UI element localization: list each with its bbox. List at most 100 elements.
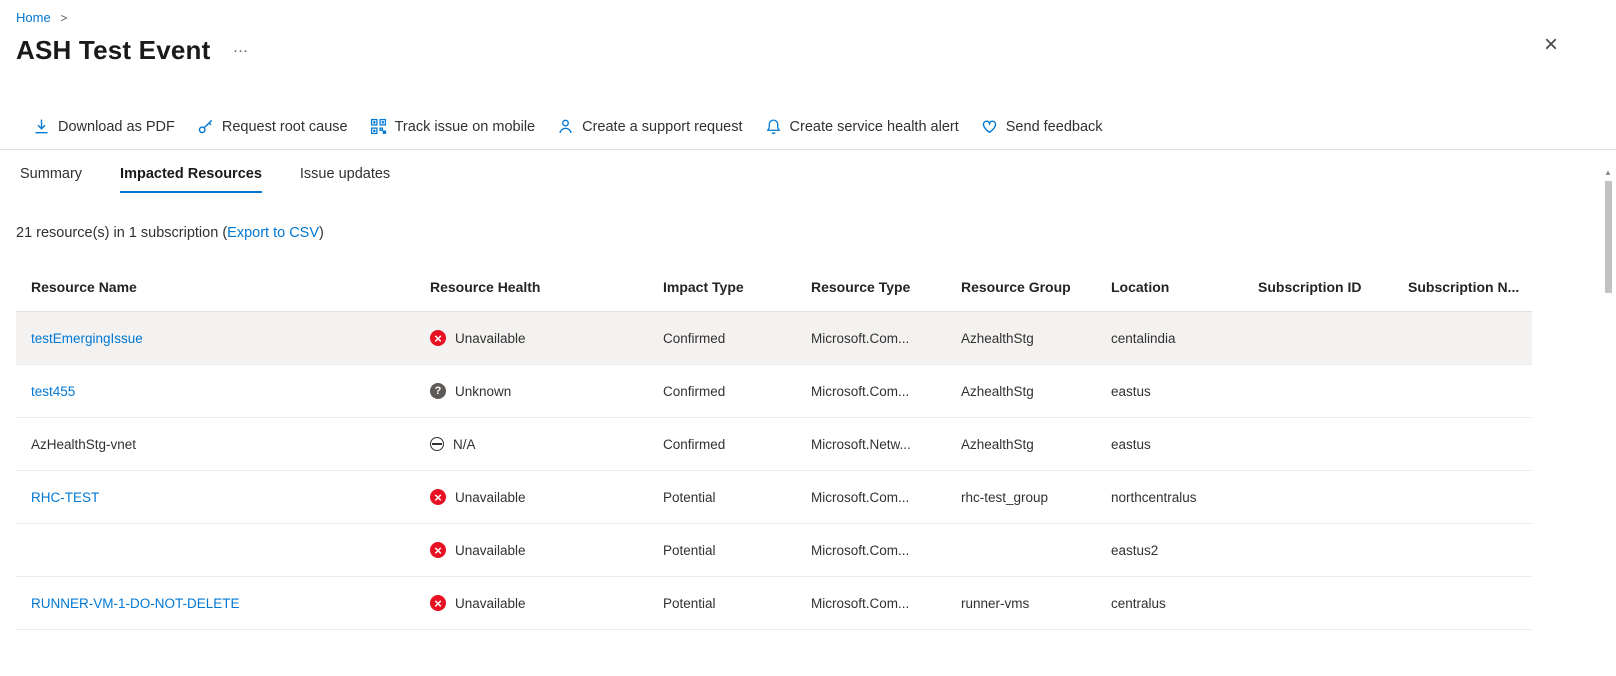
health-error-icon: × (430, 542, 446, 558)
download-as-pdf-button[interactable]: Download as PDF (22, 112, 186, 141)
resource-type-cell: Microsoft.Com... (796, 524, 946, 577)
column-header-resource-group[interactable]: Resource Group (946, 269, 1096, 312)
request-root-cause-button[interactable]: Request root cause (186, 112, 359, 141)
resource-name-link[interactable]: RUNNER-VM-1-DO-NOT-DELETE (31, 596, 240, 611)
send-feedback-button[interactable]: Send feedback (970, 112, 1114, 141)
resource-table-body: testEmergingIssue×UnavailableConfirmedMi… (16, 312, 1532, 630)
location-cell: centalindia (1096, 312, 1243, 365)
subscription-name-cell (1393, 418, 1532, 471)
create-service-health-alert-button[interactable]: Create service health alert (754, 112, 970, 141)
person-icon (557, 118, 574, 135)
qr-code-icon (370, 118, 387, 135)
resource-name-cell: testEmergingIssue (16, 312, 415, 365)
subscription-name-cell (1393, 524, 1532, 577)
resource-type-cell: Microsoft.Com... (796, 471, 946, 524)
column-header-location[interactable]: Location (1096, 269, 1243, 312)
resource-health-cell: × Unavailable (415, 524, 648, 577)
subscription-id-cell (1243, 471, 1393, 524)
resource-health-cell: × Unavailable (415, 312, 648, 365)
subscription-name-cell (1393, 577, 1532, 630)
key-icon (197, 118, 214, 135)
export-to-csv-link[interactable]: Export to CSV (227, 225, 319, 241)
table-header-row: Resource NameResource HealthImpact TypeR… (16, 269, 1532, 312)
resource-name-cell (16, 524, 415, 577)
resource-count-text: 21 resource(s) in 1 subscription ( (16, 225, 227, 241)
tab-summary[interactable]: Summary (20, 166, 82, 193)
command-bar: Download as PDF Request root cause Track i… (0, 110, 1616, 150)
create-a-support-request-button[interactable]: Create a support request (546, 112, 753, 141)
toolbar-item-label: Create service health alert (790, 119, 959, 135)
column-header-resource-type[interactable]: Resource Type (796, 269, 946, 312)
column-header-resource-name[interactable]: Resource Name (16, 269, 415, 312)
resource-name-cell: RHC-TEST (16, 471, 415, 524)
health-error-icon: × (430, 595, 446, 611)
toolbar-item-label: Send feedback (1006, 119, 1103, 135)
health-error-icon: × (430, 489, 446, 505)
tab-bar: Summary Impacted Resources Issue updates (0, 150, 1616, 193)
column-header-subscription-id[interactable]: Subscription ID (1243, 269, 1393, 312)
resource-group-cell: AzhealthStg (946, 365, 1096, 418)
subscription-id-cell (1243, 577, 1393, 630)
close-icon[interactable]: × (1544, 33, 1558, 57)
title-row: ASH Test Event … × (0, 25, 1616, 66)
page-title: ASH Test Event (16, 35, 210, 66)
toolbar-item-label: Request root cause (222, 119, 348, 135)
resource-name-link[interactable]: test455 (31, 384, 75, 399)
impact-type-cell: Confirmed (648, 365, 796, 418)
column-header-resource-health[interactable]: Resource Health (415, 269, 648, 312)
location-cell: eastus (1096, 418, 1243, 471)
resource-name-text: AzHealthStg-vnet (31, 437, 136, 452)
table-row: testEmergingIssue × Unavailable ConfirmedMi… (16, 312, 1532, 365)
subscription-name-cell (1393, 471, 1532, 524)
health-error-icon: × (430, 330, 446, 346)
resource-name-link[interactable]: RHC-TEST (31, 490, 99, 505)
location-cell: eastus (1096, 365, 1243, 418)
subscription-name-cell (1393, 312, 1532, 365)
service-health-event-page: Home > ASH Test Event … × Download as PD… (0, 0, 1616, 630)
more-options-button[interactable]: … (232, 39, 250, 57)
impact-type-cell: Potential (648, 471, 796, 524)
resource-group-cell: AzhealthStg (946, 312, 1096, 365)
heart-icon (981, 118, 998, 135)
subscription-id-cell (1243, 312, 1393, 365)
vertical-scrollbar[interactable]: ▲ (1602, 168, 1614, 674)
toolbar-item-label: Download as PDF (58, 119, 175, 135)
health-status-label: Unavailable (455, 596, 526, 611)
resource-group-cell: AzhealthStg (946, 418, 1096, 471)
column-header-impact-type[interactable]: Impact Type (648, 269, 796, 312)
health-status-label: Unavailable (455, 543, 526, 558)
column-header-subscription-n[interactable]: Subscription N... (1393, 269, 1532, 312)
subscription-id-cell (1243, 365, 1393, 418)
breadcrumb-home-link[interactable]: Home (16, 10, 51, 25)
table-row: RHC-TEST×UnavailablePotentialMicrosoft.C… (16, 471, 1532, 524)
resource-type-cell: Microsoft.Com... (796, 312, 946, 365)
table-row: × Unavailable PotentialMicrosoft.Com... eas… (16, 524, 1532, 577)
toolbar-item-label: Create a support request (582, 119, 742, 135)
resource-health-cell: × Unavailable (415, 577, 648, 630)
tab-impacted-resources[interactable]: Impacted Resources (120, 166, 262, 193)
bell-icon (765, 118, 782, 135)
breadcrumb: Home > (0, 0, 1616, 25)
resource-name-cell: test455 (16, 365, 415, 418)
resource-name-link[interactable]: testEmergingIssue (31, 331, 143, 346)
impact-type-cell: Confirmed (648, 418, 796, 471)
track-issue-on-mobile-button[interactable]: Track issue on mobile (359, 112, 547, 141)
location-cell: northcentralus (1096, 471, 1243, 524)
scrollbar-thumb[interactable] (1605, 181, 1612, 293)
scrollbar-up-arrow-icon[interactable]: ▲ (1602, 168, 1614, 178)
resource-type-cell: Microsoft.Com... (796, 365, 946, 418)
impact-type-cell: Confirmed (648, 312, 796, 365)
impact-type-cell: Potential (648, 524, 796, 577)
breadcrumb-chevron-icon: > (60, 11, 67, 25)
location-cell: centralus (1096, 577, 1243, 630)
tab-issue-updates[interactable]: Issue updates (300, 166, 390, 193)
subscription-name-cell (1393, 365, 1532, 418)
location-cell: eastus2 (1096, 524, 1243, 577)
health-unknown-icon: ? (430, 383, 446, 399)
health-status-label: Unknown (455, 384, 511, 399)
resource-name-cell: AzHealthStg-vnet (16, 418, 415, 471)
subscription-id-cell (1243, 418, 1393, 471)
resource-type-cell: Microsoft.Com... (796, 577, 946, 630)
health-status-label: Unavailable (455, 331, 526, 346)
table-row: AzHealthStg-vnetN/AConfirmedMicrosoft.Ne… (16, 418, 1532, 471)
